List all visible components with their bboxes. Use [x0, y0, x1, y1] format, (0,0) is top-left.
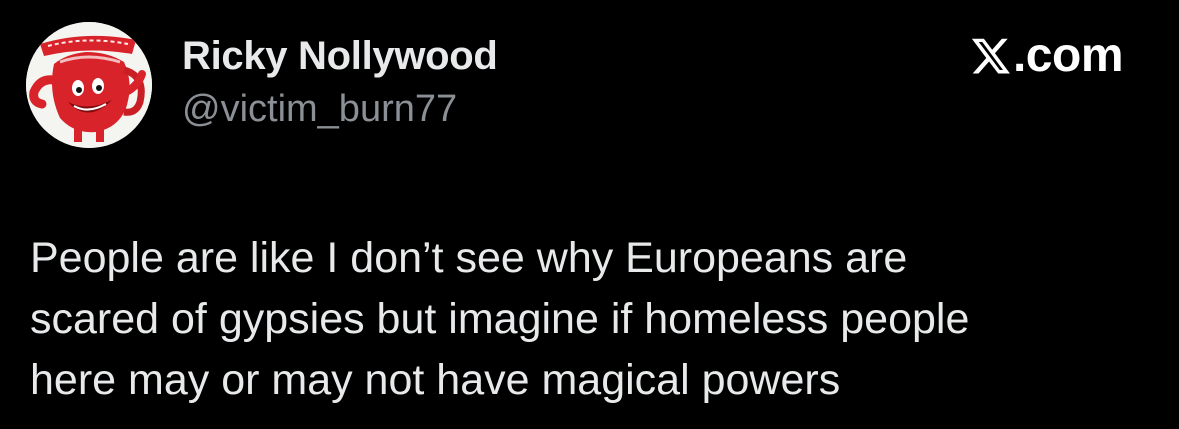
author-handle[interactable]: @victim_burn77: [182, 88, 457, 131]
tweet-line: scared of gypsies but imagine if homeles…: [30, 295, 970, 343]
tweet-line: People are like I don’t see why European…: [30, 234, 908, 282]
site-watermark: .com: [970, 29, 1124, 82]
tweet-card: Ricky Nollywood @victim_burn77 .com Peop…: [0, 0, 1179, 429]
profile-avatar[interactable]: [26, 22, 152, 148]
x-logo-icon: [971, 38, 1010, 74]
author-display-name[interactable]: Ricky Nollywood: [182, 34, 498, 79]
site-suffix: .com: [1012, 29, 1124, 82]
tweet-text: People are like I don’t see why European…: [30, 228, 1160, 411]
tweet-line: here may or may not have magical powers: [30, 356, 841, 404]
kool-aid-man-avatar-icon: [26, 22, 152, 148]
